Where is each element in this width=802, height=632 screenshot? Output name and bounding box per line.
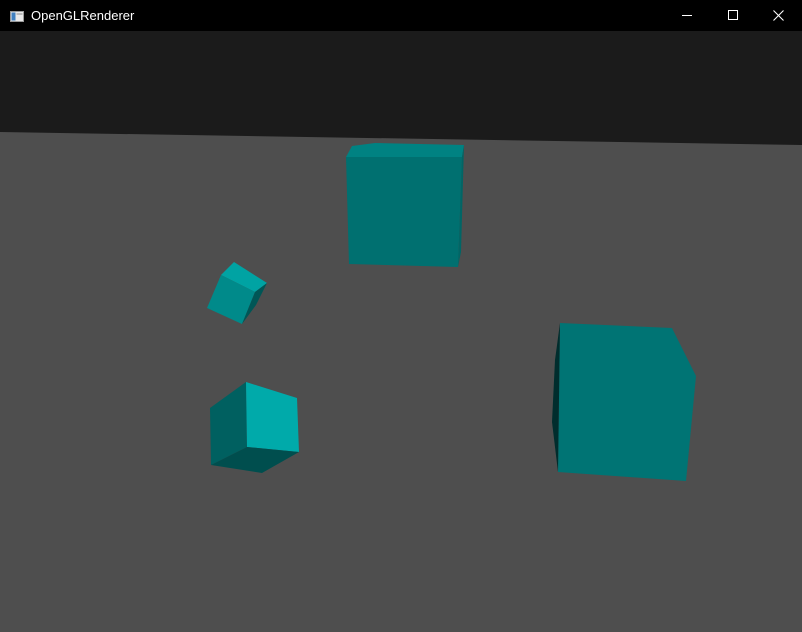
title-bar[interactable]: OpenGLRenderer [0,0,802,31]
app-window: OpenGLRenderer [0,0,802,632]
window-title: OpenGLRenderer [31,8,135,23]
minimize-icon [682,15,692,16]
maximize-icon [728,10,738,20]
maximize-button[interactable] [710,0,756,31]
minimize-button[interactable] [664,0,710,31]
close-icon [773,10,784,21]
cube-right [552,323,696,481]
app-window-icon [10,9,24,22]
cube-top-center [346,143,464,267]
render-viewport[interactable] [0,31,802,632]
close-button[interactable] [756,0,802,31]
